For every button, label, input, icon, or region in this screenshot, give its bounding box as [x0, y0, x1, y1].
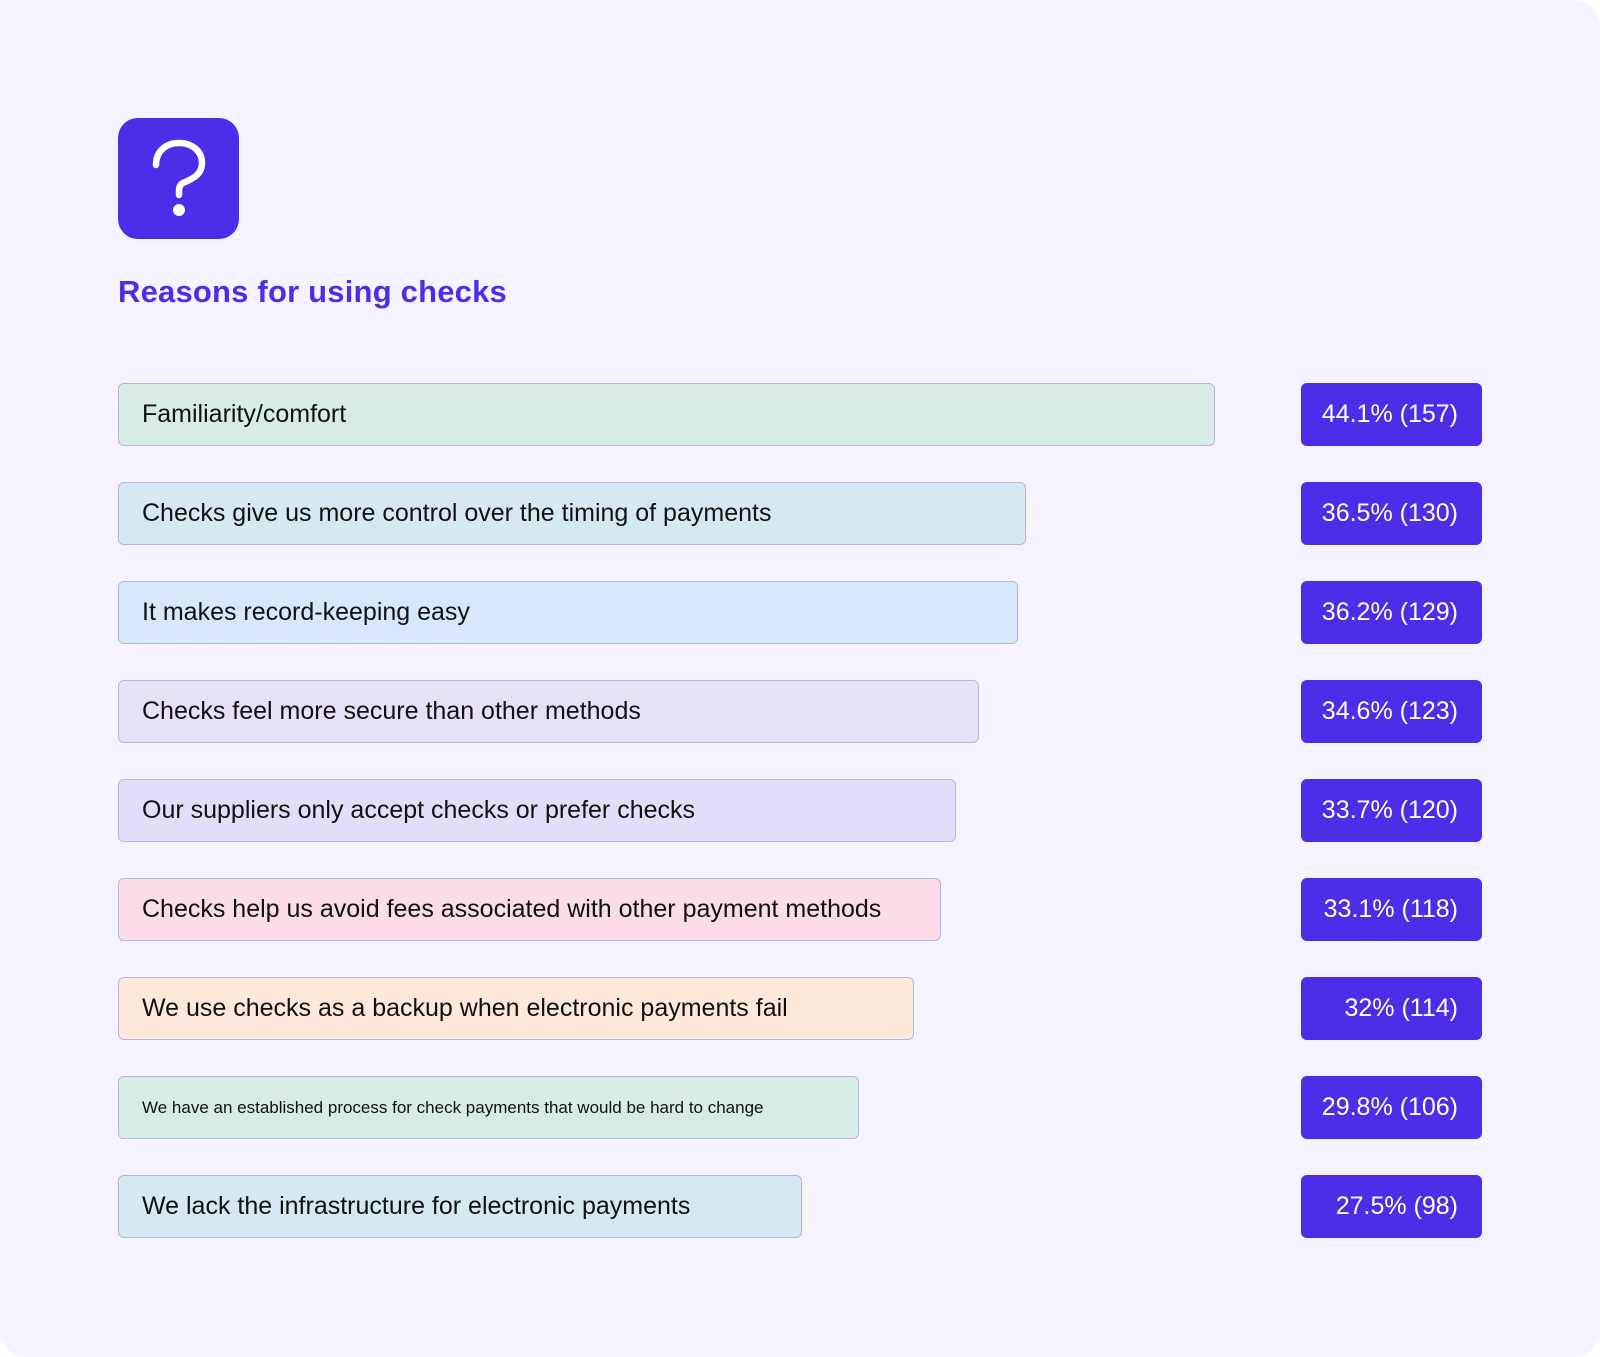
bar-value-label: 27.5% (98): [1301, 1175, 1482, 1238]
bar-category-label: We have an established process for check…: [142, 1097, 764, 1117]
bar-value-label: 32% (114): [1301, 977, 1482, 1040]
chart-row: Checks give us more control over the tim…: [118, 482, 1484, 547]
chart-card: Reasons for using checks Familiarity/com…: [0, 0, 1600, 1357]
chart-row: It makes record-keeping easy 36.2% (129): [118, 581, 1484, 646]
bar-value-label: 36.2% (129): [1301, 581, 1482, 644]
chart-row: We lack the infrastructure for electroni…: [118, 1175, 1484, 1240]
bar-value-label: 44.1% (157): [1301, 383, 1482, 446]
bar-value-label: 34.6% (123): [1301, 680, 1482, 743]
question-mark-icon: [152, 139, 205, 216]
bar-category-label: It makes record-keeping easy: [142, 598, 470, 626]
question-icon-badge: [118, 118, 239, 239]
chart-row: We have an established process for check…: [118, 1076, 1484, 1141]
bar: Checks help us avoid fees associated wit…: [118, 878, 941, 941]
bar: We use checks as a backup when electroni…: [118, 977, 914, 1040]
bar-value-label: 33.7% (120): [1301, 779, 1482, 842]
bar-value-label: 29.8% (106): [1301, 1076, 1482, 1139]
bar-value-label: 36.5% (130): [1301, 482, 1482, 545]
chart-title: Reasons for using checks: [118, 274, 507, 309]
bar-category-label: We lack the infrastructure for electroni…: [142, 1192, 691, 1220]
bar-category-label: Familiarity/comfort: [142, 400, 347, 428]
bar: We have an established process for check…: [118, 1076, 859, 1139]
bar-category-label: Checks feel more secure than other metho…: [142, 697, 641, 725]
bar-category-label: Checks help us avoid fees associated wit…: [142, 895, 882, 923]
bar-category-label: We use checks as a backup when electroni…: [142, 994, 788, 1022]
bar: Our suppliers only accept checks or pref…: [118, 779, 956, 842]
chart-row: Familiarity/comfort 44.1% (157): [118, 383, 1484, 448]
bar: Checks feel more secure than other metho…: [118, 680, 979, 743]
bar: We lack the infrastructure for electroni…: [118, 1175, 802, 1238]
chart-row: Checks help us avoid fees associated wit…: [118, 878, 1484, 943]
bar-value-label: 33.1% (118): [1301, 878, 1482, 941]
bar: Checks give us more control over the tim…: [118, 482, 1026, 545]
bar: Familiarity/comfort: [118, 383, 1215, 446]
chart-row: We use checks as a backup when electroni…: [118, 977, 1484, 1042]
chart-row: Checks feel more secure than other metho…: [118, 680, 1484, 745]
bar-category-label: Checks give us more control over the tim…: [142, 499, 772, 527]
bar-category-label: Our suppliers only accept checks or pref…: [142, 796, 696, 824]
bar: It makes record-keeping easy: [118, 581, 1018, 644]
chart-row: Our suppliers only accept checks or pref…: [118, 779, 1484, 844]
